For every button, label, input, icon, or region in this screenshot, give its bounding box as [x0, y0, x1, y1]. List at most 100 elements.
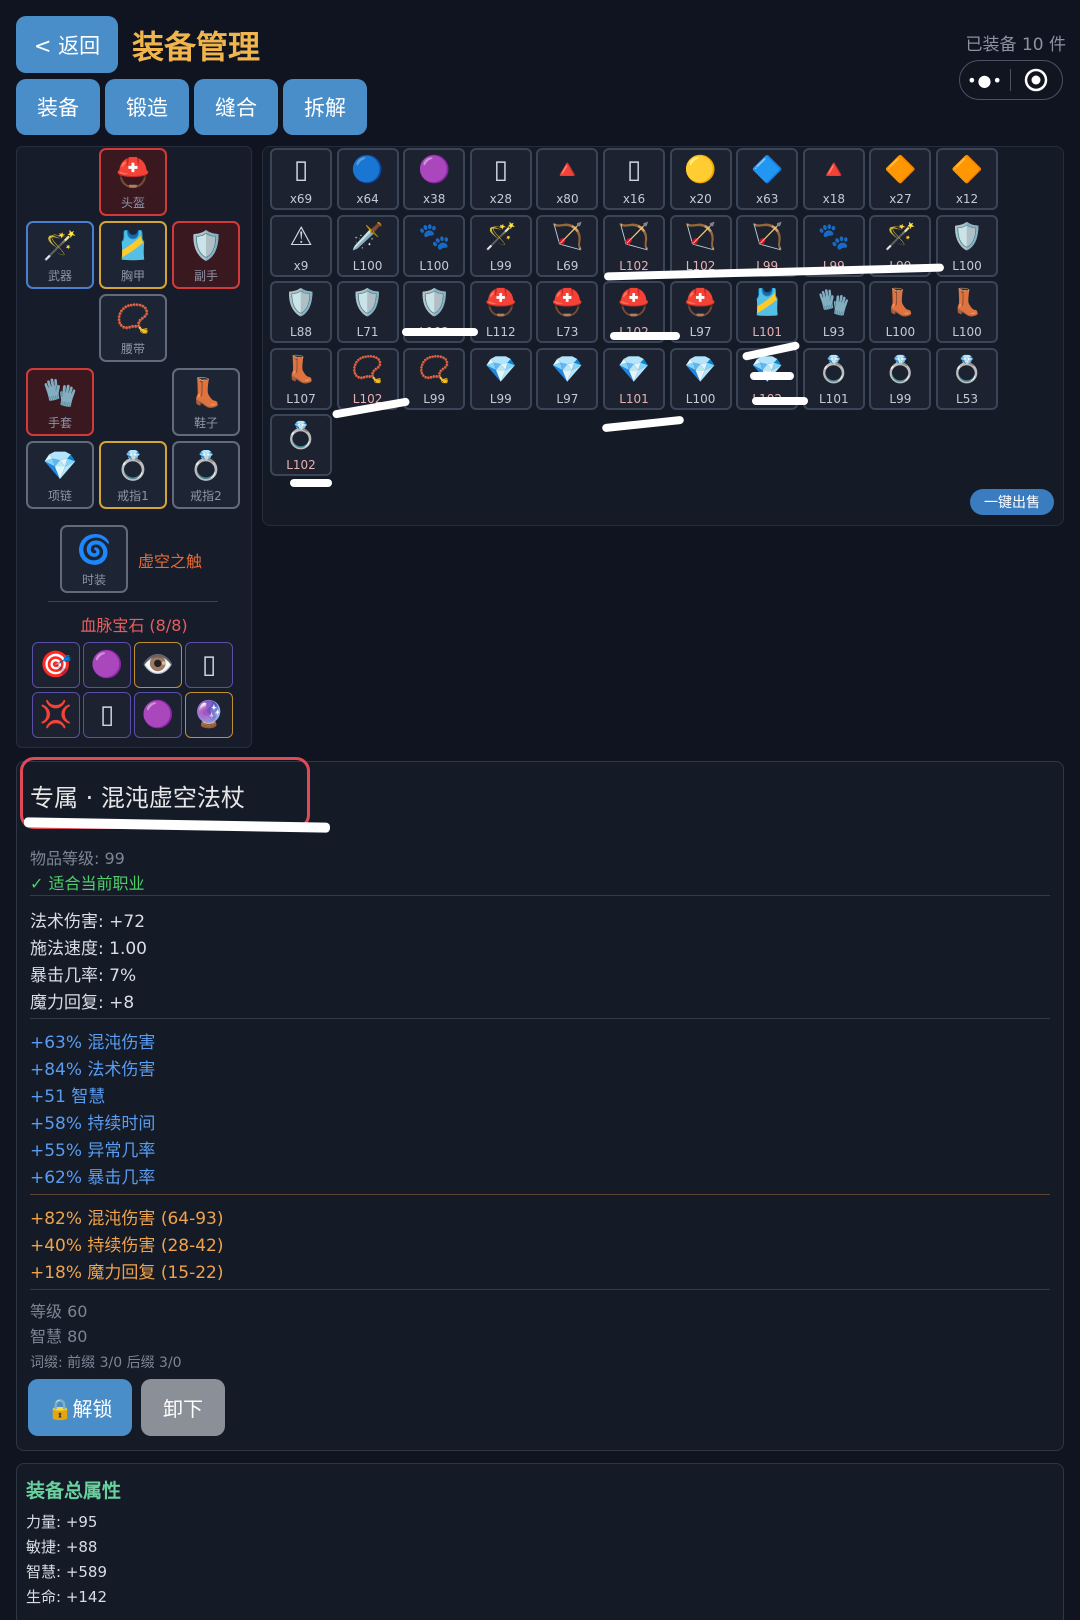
item-icon: ⚠ [289, 221, 313, 252]
item-icon: 🛡️ [950, 221, 984, 252]
slot-ring1[interactable]: 💍 戒指1 [99, 441, 167, 509]
gem-slot[interactable]: ▯ [83, 692, 131, 738]
sell-all-button[interactable]: 一键出售 [970, 489, 1054, 515]
inventory-item[interactable]: 🏹 L69 [536, 214, 599, 277]
gem-slot[interactable]: 🟣 [83, 642, 131, 688]
inventory-item[interactable]: 🛡️ L100 [936, 214, 998, 277]
inventory-item[interactable]: 🎽 L101 [736, 281, 799, 344]
item-icon: 👢 [950, 288, 984, 319]
slot-ring2[interactable]: 💍 戒指2 [172, 441, 240, 509]
inventory-item[interactable]: ⛑️ L112 [469, 281, 532, 344]
item-icon: 💎 [484, 354, 517, 385]
item-icon: ▯ [493, 155, 508, 185]
inventory-item[interactable]: 🔺 x18 [802, 148, 865, 210]
inventory-item[interactable]: ▯ x69 [270, 148, 332, 210]
inventory-item[interactable]: 🔷 x63 [736, 148, 799, 210]
inventory-item[interactable]: ▯ x16 [603, 148, 665, 210]
inventory-item[interactable]: 💍 L99 [869, 347, 932, 410]
slot-belt[interactable]: 📿 腰带 [99, 294, 167, 362]
item-level-label: x64 [356, 192, 379, 206]
anger-gem-icon: 💢 [39, 700, 73, 730]
tab-equip[interactable]: 装备 [16, 79, 100, 135]
gem-slot[interactable]: 🔮 [185, 692, 233, 738]
slot-offhand[interactable]: 🛡️ 副手 [172, 221, 240, 289]
item-level-label: L99 [489, 391, 512, 406]
page-title: 装备管理 [132, 28, 261, 66]
inventory-item[interactable]: 🟣 x38 [403, 148, 466, 210]
ring-icon: 💍 [188, 449, 224, 482]
inventory-item[interactable]: 💍 L102 [270, 414, 332, 477]
back-button[interactable]: < 返回 [16, 16, 118, 73]
gem-slot[interactable]: 💢 [32, 692, 80, 738]
inventory-item[interactable]: 🪄 L99 [469, 214, 532, 277]
close-target-icon[interactable] [1011, 67, 1061, 93]
affix: +55% 异常几率 [30, 1141, 156, 1161]
inventory-item[interactable]: 💎 L100 [669, 347, 732, 410]
gem-slot[interactable]: ▯ [185, 642, 233, 688]
inventory-item[interactable]: 🗡️ L100 [336, 214, 399, 277]
item-level-label: L100 [419, 258, 449, 273]
slot-gloves[interactable]: 🧤 手套 [26, 368, 94, 436]
item-icon: 🧤 [817, 288, 850, 319]
tab-stitch[interactable]: 缝合 [194, 79, 278, 135]
inventory-item[interactable]: ▯ x28 [469, 148, 532, 210]
slot-helmet[interactable]: ⛑️ 头盔 [99, 148, 167, 216]
tab-dismantle[interactable]: 拆解 [283, 79, 367, 135]
gem-slot[interactable]: 👁️ [134, 642, 182, 688]
crystal-ball-icon: 🔮 [192, 700, 226, 730]
item-icon: 💍 [284, 421, 318, 452]
inventory-item[interactable]: 💍 L101 [802, 347, 865, 410]
chest-armor-icon: 🎽 [115, 229, 151, 262]
inventory-item[interactable]: 💎 L97 [536, 347, 599, 410]
inventory-item[interactable]: 💎 L99 [469, 347, 532, 410]
inventory-item[interactable]: 👢 L107 [270, 347, 332, 410]
inventory-item[interactable]: 🧤 L93 [802, 281, 865, 344]
gem-slot[interactable]: 🎯 [32, 642, 80, 688]
inventory-item[interactable]: 🟡 x20 [669, 148, 732, 210]
item-level-label: L53 [956, 391, 978, 406]
item-level-label: x69 [289, 192, 313, 206]
requirement: 等级 60 [30, 1302, 88, 1321]
inventory-item[interactable]: 🔶 x27 [869, 148, 932, 210]
slot-boots[interactable]: 👢 鞋子 [172, 368, 240, 436]
inventory-item[interactable]: 🔶 x12 [936, 148, 998, 210]
inventory-item[interactable]: ⚠ x9 [270, 214, 332, 277]
inventory-item[interactable]: 💍 L53 [936, 347, 998, 410]
redaction-mark [752, 397, 808, 405]
inventory-item[interactable]: 🐾 L100 [403, 214, 466, 277]
slot-weapon[interactable]: 🪄 武器 [26, 221, 94, 289]
item-level-label: x28 [489, 192, 512, 206]
more-icon[interactable]: •●• [960, 71, 1010, 90]
slot-chest[interactable]: 🎽 胸甲 [99, 221, 167, 289]
slot-fashion[interactable]: 🌀 时装 [60, 525, 128, 593]
divider [30, 895, 1050, 896]
item-level-label: L100 [685, 391, 716, 406]
slot-label: 胸甲 [120, 269, 145, 283]
unlock-button[interactable]: 🔒解锁 [28, 1379, 132, 1436]
redaction-mark [290, 479, 332, 487]
slot-necklace[interactable]: 💎 项链 [26, 441, 94, 509]
inventory-item[interactable]: 👢 L100 [936, 281, 998, 344]
inventory-item[interactable]: 📿 L99 [403, 347, 466, 410]
inventory-item[interactable]: 🏹 L102 [669, 214, 732, 277]
inventory-item[interactable]: 👢 L100 [869, 281, 932, 344]
tab-forge[interactable]: 锻造 [105, 79, 189, 135]
unequip-button[interactable]: 卸下 [141, 1379, 225, 1436]
inventory-item[interactable]: ⛑️ L73 [536, 281, 599, 344]
redaction-mark [750, 372, 794, 380]
item-level-label: L99 [489, 258, 512, 273]
inventory-item[interactable]: 🛡️ L88 [270, 281, 332, 344]
item-icon: ⛑️ [551, 288, 584, 319]
gem-slot[interactable]: 🟣 [134, 692, 182, 738]
eye-gem-icon: 👁️ [141, 650, 175, 680]
inventory-item[interactable]: 🏹 L102 [603, 214, 665, 277]
item-icon: 💎 [751, 354, 784, 385]
inventory-item[interactable]: 🔵 x64 [336, 148, 399, 210]
item-icon: 🔶 [884, 155, 917, 185]
inventory-item[interactable]: 💎 L101 [603, 347, 665, 410]
base-stat: 暴击几率: 7% [30, 966, 137, 986]
inventory-item[interactable]: 🔺 x80 [536, 148, 599, 210]
item-level-label: x27 [889, 192, 912, 206]
inventory-item[interactable]: 🛡️ L71 [336, 281, 399, 344]
item-icon: 📿 [351, 354, 384, 385]
